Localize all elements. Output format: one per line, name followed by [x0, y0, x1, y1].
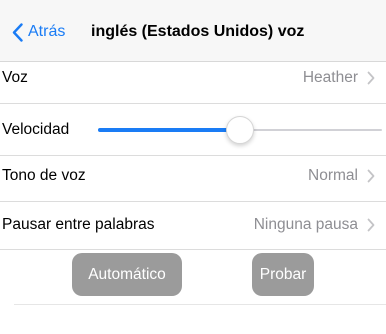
back-label: Atrás: [28, 23, 66, 40]
speed-slider-fill: [98, 128, 240, 132]
automatic-button[interactable]: Automático: [72, 253, 182, 296]
divider: [14, 304, 386, 305]
pitch-label: Tono de voz: [2, 167, 86, 184]
chevron-right-icon: [367, 71, 375, 85]
voice-label: Voz: [2, 69, 28, 86]
chevron-right-icon: [367, 218, 375, 232]
word-pause-value: Ninguna pausa: [253, 216, 358, 233]
chevron-left-icon: [12, 22, 23, 42]
speed-slider[interactable]: [98, 104, 382, 156]
voice-value: Heather: [302, 69, 358, 86]
page-title: inglés (Estados Unidos) voz: [91, 23, 305, 40]
pitch-value: Normal: [308, 167, 358, 184]
speed-label: Velocidad: [2, 121, 70, 138]
back-button[interactable]: Atrás: [12, 21, 65, 43]
word-pause-label: Pausar entre palabras: [2, 216, 155, 233]
voice-row[interactable]: Voz Heather: [0, 52, 386, 104]
word-pause-row[interactable]: Pausar entre palabras Ninguna pausa: [0, 200, 386, 250]
test-button[interactable]: Probar: [252, 253, 314, 296]
pitch-row[interactable]: Tono de voz Normal: [0, 150, 386, 202]
speed-row: Velocidad: [0, 104, 386, 156]
chevron-right-icon: [367, 169, 375, 183]
speed-slider-thumb[interactable]: [226, 116, 254, 144]
